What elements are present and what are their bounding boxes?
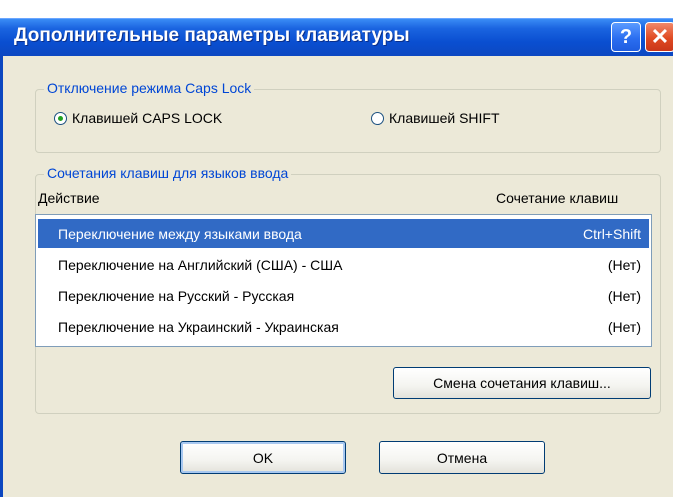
list-item-keys: Ctrl+Shift — [583, 225, 641, 242]
radio-shift[interactable]: Клавишей SHIFT — [371, 110, 500, 126]
radio-caps-lock-indicator[interactable] — [54, 111, 67, 125]
list-item-action: Переключение на Английский (США) - США — [58, 256, 343, 273]
help-icon: ? — [619, 25, 633, 48]
window-title: Дополнительные параметры клавиатуры — [14, 25, 410, 46]
list-item-keys: (Нет) — [607, 287, 641, 304]
keyboard-settings-dialog: Дополнительные параметры клавиатуры ? ✕ … — [0, 0, 673, 497]
hotkeys-list[interactable]: Переключение между языками ввода Ctrl+Sh… — [35, 214, 652, 347]
title-bar[interactable]: Дополнительные параметры клавиатуры ? ✕ — [0, 0, 673, 57]
change-hotkey-button[interactable]: Смена сочетания клавиш... — [393, 367, 651, 399]
list-item-action: Переключение на Украинский - Украинская — [58, 318, 339, 335]
list-item-action: Переключение между языками ввода — [58, 225, 302, 242]
caps-lock-group-legend: Отключение режима Caps Lock — [44, 80, 255, 96]
radio-shift-label: Клавишей SHIFT — [389, 110, 500, 126]
caps-lock-group: Отключение режима Caps Lock Клавишей CAP… — [35, 80, 661, 153]
ok-button[interactable]: OK — [180, 441, 346, 474]
list-item[interactable]: Переключение между языками ввода Ctrl+Sh… — [38, 219, 649, 248]
radio-shift-indicator[interactable] — [371, 111, 384, 125]
cancel-button[interactable]: Отмена — [379, 441, 545, 474]
list-item[interactable]: Переключение на Английский (США) - США (… — [38, 250, 649, 279]
radio-selected-dot — [58, 115, 63, 121]
list-item[interactable]: Переключение на Украинский - Украинская … — [38, 312, 649, 341]
list-item[interactable]: Переключение на Русский - Русская (Нет) — [38, 281, 649, 310]
radio-caps-lock-label: Клавишей CAPS LOCK — [72, 110, 223, 126]
list-item-keys: (Нет) — [607, 318, 641, 335]
close-button[interactable]: ✕ — [645, 22, 673, 52]
radio-caps-lock[interactable]: Клавишей CAPS LOCK — [54, 110, 222, 126]
column-header-action: Действие — [38, 190, 100, 206]
close-icon: ✕ — [650, 24, 670, 49]
column-header-keys: Сочетание клавиш — [496, 190, 619, 206]
help-button[interactable]: ? — [611, 22, 641, 52]
list-item-action: Переключение на Русский - Русская — [58, 287, 295, 304]
list-item-keys: (Нет) — [607, 256, 641, 273]
hotkeys-group-legend: Сочетания клавиш для языков ввода — [44, 165, 292, 181]
